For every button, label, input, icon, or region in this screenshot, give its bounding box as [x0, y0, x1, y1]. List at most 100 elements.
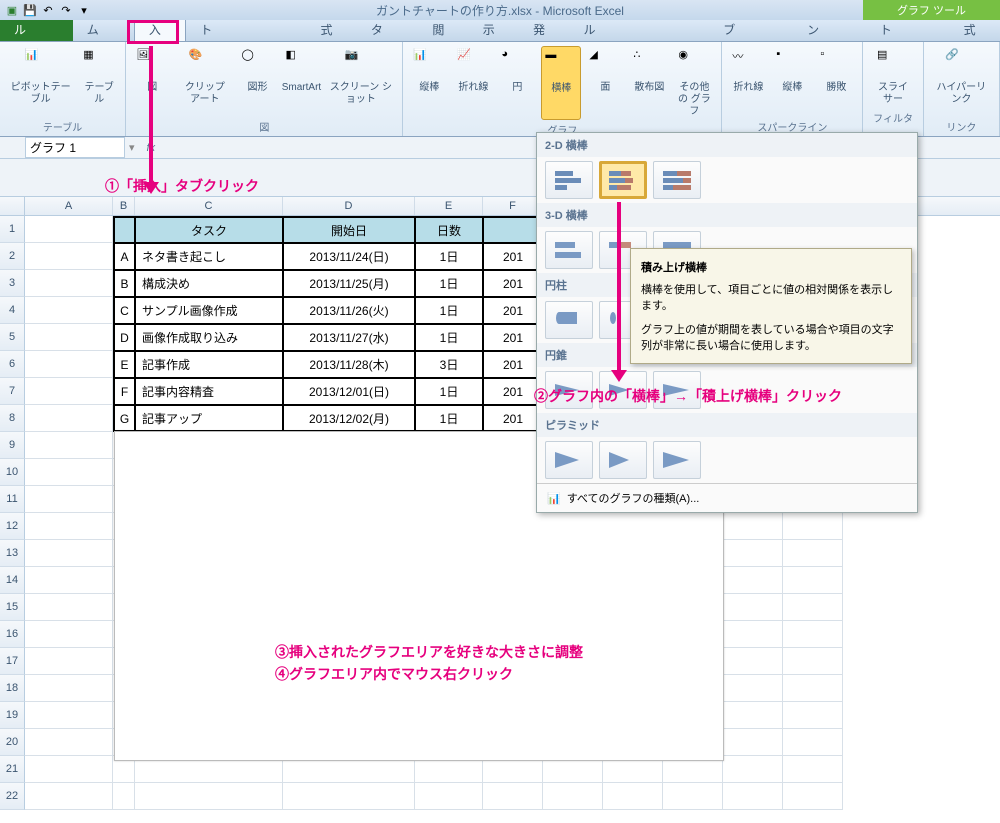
- cell[interactable]: [723, 783, 783, 810]
- cell[interactable]: [483, 216, 543, 243]
- shapes-button[interactable]: ◯図形: [237, 46, 277, 117]
- cell[interactable]: [113, 783, 135, 810]
- cell[interactable]: 2013/12/01(日): [283, 378, 415, 405]
- cell[interactable]: [25, 756, 113, 783]
- undo-icon[interactable]: ↶: [40, 2, 56, 18]
- cell[interactable]: [25, 783, 113, 810]
- cell[interactable]: 画像作成取り込み: [135, 324, 283, 351]
- cell[interactable]: [25, 324, 113, 351]
- cell[interactable]: [723, 702, 783, 729]
- cell[interactable]: [783, 594, 843, 621]
- cell[interactable]: [783, 621, 843, 648]
- cell[interactable]: B: [113, 270, 135, 297]
- smartart-button[interactable]: ◧SmartArt: [281, 46, 321, 117]
- cell[interactable]: [723, 540, 783, 567]
- cell[interactable]: [135, 783, 283, 810]
- cell[interactable]: [25, 621, 113, 648]
- cell[interactable]: 1日: [415, 405, 483, 432]
- cell[interactable]: [25, 594, 113, 621]
- cell[interactable]: [25, 243, 113, 270]
- column-header[interactable]: E: [415, 197, 483, 215]
- clipart-button[interactable]: 🎨クリップ アート: [176, 46, 233, 117]
- cell[interactable]: 1日: [415, 324, 483, 351]
- cell[interactable]: サンプル画像作成: [135, 297, 283, 324]
- bar-pyramid-3[interactable]: [653, 441, 701, 479]
- cell[interactable]: E: [113, 351, 135, 378]
- all-chart-types[interactable]: 📊 すべてのグラフの種類(A)...: [537, 483, 917, 512]
- cell[interactable]: 記事内容精査: [135, 378, 283, 405]
- column-chart-button[interactable]: 📊縦棒: [409, 46, 449, 120]
- cell[interactable]: [723, 675, 783, 702]
- save-icon[interactable]: 💾: [22, 2, 38, 18]
- cell[interactable]: A: [113, 243, 135, 270]
- cell[interactable]: [113, 216, 135, 243]
- cell[interactable]: 記事作成: [135, 351, 283, 378]
- cell[interactable]: [783, 567, 843, 594]
- cell[interactable]: C: [113, 297, 135, 324]
- cell[interactable]: [723, 567, 783, 594]
- sparkline-line-button[interactable]: 〰折れ線: [728, 46, 768, 117]
- cell[interactable]: [25, 702, 113, 729]
- cell[interactable]: [25, 297, 113, 324]
- cell[interactable]: 構成決め: [135, 270, 283, 297]
- bar-clustered-2d[interactable]: [545, 161, 593, 199]
- row-header[interactable]: 10: [0, 459, 25, 486]
- cell[interactable]: 1日: [415, 243, 483, 270]
- row-header[interactable]: 4: [0, 297, 25, 324]
- cell[interactable]: 1日: [415, 297, 483, 324]
- cell[interactable]: [723, 756, 783, 783]
- cell[interactable]: [723, 594, 783, 621]
- cell[interactable]: [415, 783, 483, 810]
- bar-pyramid-2[interactable]: [599, 441, 647, 479]
- cell[interactable]: 2013/11/26(火): [283, 297, 415, 324]
- cell[interactable]: [483, 783, 543, 810]
- column-header[interactable]: D: [283, 197, 415, 215]
- column-header[interactable]: B: [113, 197, 135, 215]
- cell[interactable]: [25, 540, 113, 567]
- row-header[interactable]: 5: [0, 324, 25, 351]
- cell[interactable]: [783, 783, 843, 810]
- cell[interactable]: [25, 270, 113, 297]
- row-header[interactable]: 15: [0, 594, 25, 621]
- cell[interactable]: [25, 459, 113, 486]
- row-header[interactable]: 19: [0, 702, 25, 729]
- cell[interactable]: [25, 486, 113, 513]
- bar-cylinder-1[interactable]: [545, 301, 593, 339]
- cell[interactable]: 1日: [415, 378, 483, 405]
- bar-chart-button[interactable]: ▬横棒: [541, 46, 581, 120]
- cell[interactable]: [25, 405, 113, 432]
- cell[interactable]: [783, 540, 843, 567]
- cell[interactable]: [783, 702, 843, 729]
- cell[interactable]: 201: [483, 243, 543, 270]
- cell[interactable]: [603, 783, 663, 810]
- row-header[interactable]: 1: [0, 216, 25, 243]
- scatter-chart-button[interactable]: ∴散布図: [629, 46, 669, 120]
- cell[interactable]: 日数: [415, 216, 483, 243]
- bar-clustered-3d[interactable]: [545, 231, 593, 269]
- pie-chart-button[interactable]: ◕円: [497, 46, 537, 120]
- row-header[interactable]: 14: [0, 567, 25, 594]
- row-header[interactable]: 11: [0, 486, 25, 513]
- cell[interactable]: 1日: [415, 270, 483, 297]
- line-chart-button[interactable]: 📈折れ線: [453, 46, 493, 120]
- cell[interactable]: [25, 567, 113, 594]
- cell[interactable]: 2013/11/24(日): [283, 243, 415, 270]
- cell[interactable]: [783, 675, 843, 702]
- cell[interactable]: [25, 648, 113, 675]
- pivot-table-button[interactable]: 📊ピボットテーブル: [6, 46, 75, 117]
- cell[interactable]: 2013/11/25(月): [283, 270, 415, 297]
- row-header[interactable]: 6: [0, 351, 25, 378]
- area-chart-button[interactable]: ◢面: [585, 46, 625, 120]
- row-header[interactable]: 21: [0, 756, 25, 783]
- cell[interactable]: [783, 513, 843, 540]
- slicer-button[interactable]: ▤スライサー: [869, 46, 916, 108]
- cell[interactable]: [25, 351, 113, 378]
- bar-cone-3[interactable]: [653, 371, 701, 409]
- row-header[interactable]: 17: [0, 648, 25, 675]
- cell[interactable]: 2013/11/28(木): [283, 351, 415, 378]
- cell[interactable]: 3日: [415, 351, 483, 378]
- row-header[interactable]: 8: [0, 405, 25, 432]
- cell[interactable]: 201: [483, 405, 543, 432]
- cell[interactable]: G: [113, 405, 135, 432]
- cell[interactable]: ネタ書き起こし: [135, 243, 283, 270]
